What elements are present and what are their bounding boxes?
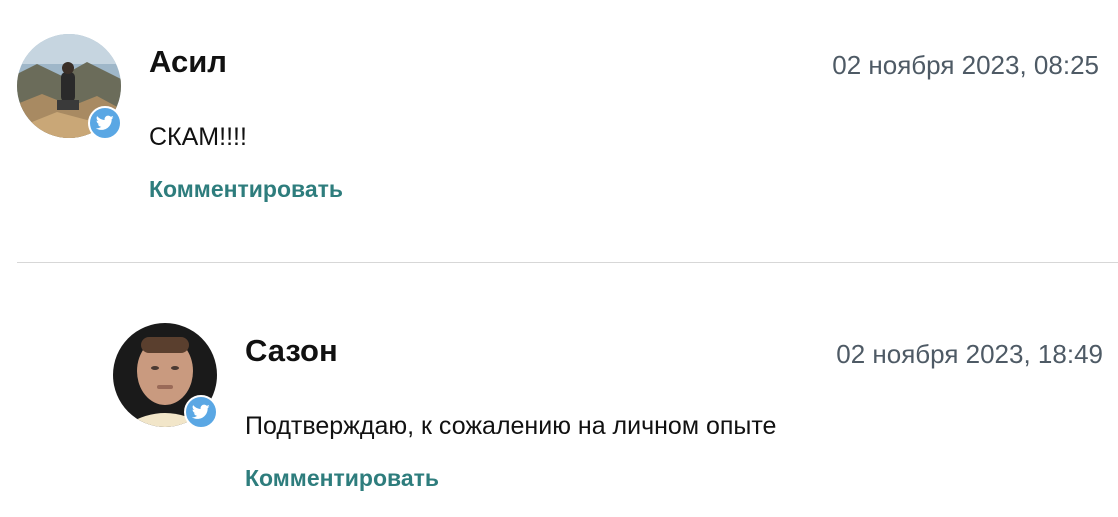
reply-link[interactable]: Комментировать xyxy=(149,178,343,201)
comment-text: СКАМ!!!! xyxy=(149,123,247,151)
comment-date: 02 ноября 2023, 18:49 xyxy=(836,339,1103,369)
twitter-icon xyxy=(96,115,114,130)
comment-text: Подтверждаю, к сожалению на личном опыте xyxy=(245,412,777,440)
twitter-badge xyxy=(88,106,122,140)
comment-date: 02 ноября 2023, 08:25 xyxy=(832,50,1099,80)
twitter-badge xyxy=(184,395,218,429)
comment-author: Сазон xyxy=(245,333,338,368)
comment-author: Асил xyxy=(149,44,227,79)
reply-link[interactable]: Комментировать xyxy=(245,467,439,490)
twitter-icon xyxy=(192,404,210,419)
comment-divider xyxy=(17,262,1118,263)
